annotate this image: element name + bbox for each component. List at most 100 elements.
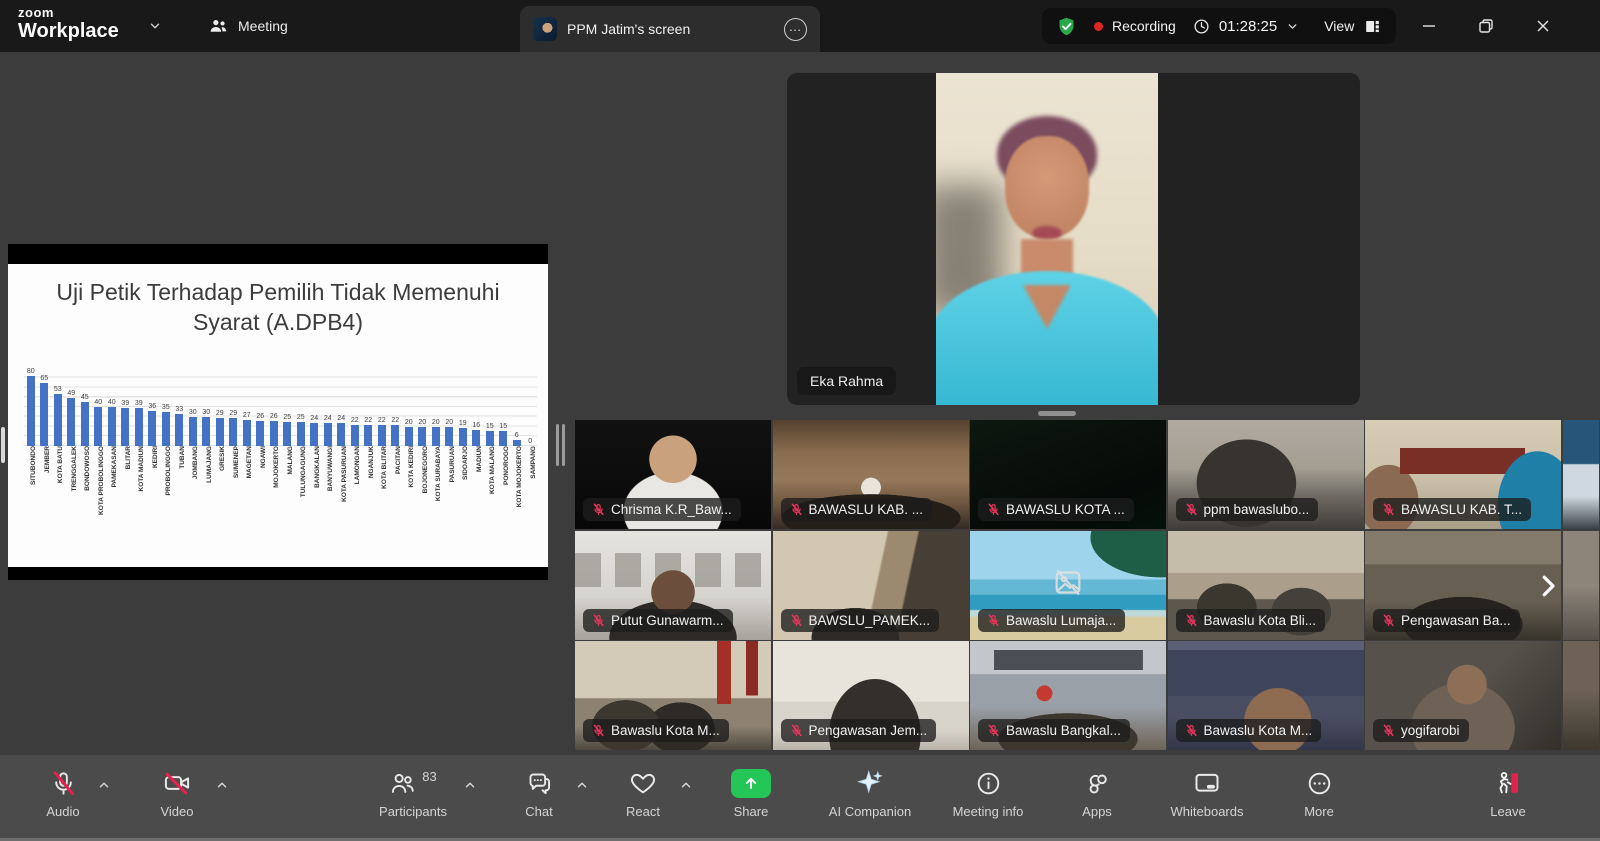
bar-value-label: 24 [323, 414, 332, 422]
bar-value-label: 39 [134, 400, 143, 407]
participant-tile[interactable]: BAWASLU KAB. ... [772, 420, 969, 529]
participant-name-pill: Pengawasan Ba... [1373, 608, 1520, 632]
view-button-label[interactable]: View [1324, 18, 1354, 34]
bar-value-label: 22 [350, 416, 359, 424]
workspace-chevron-down-icon[interactable] [148, 19, 162, 38]
react-button[interactable]: React [598, 766, 688, 819]
leave-button[interactable]: Leave [1463, 766, 1553, 819]
participant-tile[interactable]: Pengawasan Jem... [772, 641, 969, 750]
bar-value-label: 40 [107, 399, 116, 406]
bar-value-label: 22 [377, 416, 386, 424]
participant-tile[interactable]: Bawaslu Lumaja... [970, 530, 1166, 640]
participant-tile[interactable]: yogifarobi [1365, 641, 1561, 750]
participant-tile[interactable]: Bawaslu Kota M... [575, 641, 771, 750]
mic-muted-icon [987, 724, 1000, 737]
bar-value-label: 22 [364, 416, 373, 424]
video-options-chevron[interactable] [212, 777, 232, 793]
chart-bar [202, 416, 211, 446]
timer-chevron-down-icon[interactable] [1286, 20, 1299, 33]
bar-value-label: 15 [499, 423, 508, 431]
participant-name: Putut Gunawarm... [611, 612, 724, 628]
security-shield-icon[interactable] [1056, 16, 1077, 37]
gallery-next-page-button[interactable] [1528, 564, 1568, 608]
chat-button[interactable]: Chat [494, 766, 584, 819]
shared-screen-scrollbar[interactable] [1, 427, 5, 463]
chart-category: BOJONEGORO [416, 446, 430, 536]
participant-tile[interactable]: Bawaslu Kota Bli... [1167, 530, 1364, 640]
mic-muted-icon [50, 766, 77, 800]
bar-value-label: 19 [458, 419, 467, 427]
participant-tile-partial[interactable] [1562, 641, 1599, 750]
chart-category: KOTA MOJOKERTO [510, 446, 524, 536]
chart-bar [40, 382, 49, 446]
speaker-neckline [1023, 285, 1071, 329]
meeting-info-button[interactable]: Meeting info [933, 766, 1043, 819]
mic-muted-icon [1382, 724, 1395, 737]
react-options-chevron[interactable] [676, 777, 696, 793]
tab-meeting-label: Meeting [238, 18, 288, 34]
participant-tile[interactable]: ppm bawaslubo... [1167, 420, 1364, 529]
participant-tile[interactable]: Bawaslu Bangkal... [970, 641, 1166, 750]
participants-button[interactable]: 83 Participants [358, 766, 468, 820]
bar-value-label: 20 [445, 418, 454, 426]
whiteboard-icon [1193, 766, 1221, 800]
tab-options-ellipsis-icon[interactable]: … [784, 17, 807, 41]
chart-category: LAMONGAN [348, 446, 362, 536]
participant-tile[interactable]: BAWSLU_PAMEK... [772, 530, 969, 640]
chart-bar [377, 424, 386, 446]
participant-tile[interactable]: BAWASLU KAB. T... [1365, 420, 1561, 529]
chart-title: Uji Petik Terhadap Pemilih Tidak Memenuh… [56, 279, 500, 336]
chart-bar-slot: 24 [308, 368, 322, 446]
participant-name-pill: Bawaslu Bangkal... [978, 719, 1130, 742]
tab-screen-share-label: PPM Jatim's screen [567, 21, 691, 37]
participants-options-chevron[interactable] [460, 777, 480, 793]
bar-value-label: 16 [472, 422, 481, 430]
more-button[interactable]: More [1274, 766, 1364, 819]
window-restore-button[interactable] [1461, 0, 1511, 52]
window-minimize-button[interactable] [1404, 0, 1454, 52]
more-ellipsis-icon [1306, 766, 1333, 800]
mic-muted-icon [1382, 614, 1395, 627]
chart-bar-slot: 36 [146, 368, 160, 446]
chat-options-chevron[interactable] [572, 777, 592, 793]
ai-companion-button[interactable]: AI Companion [815, 766, 925, 819]
tab-screen-share[interactable]: PPM Jatim's screen … [520, 6, 820, 52]
participant-tile[interactable]: Bawaslu Kota M... [1167, 641, 1364, 750]
shared-screen-slide: Uji Petik Terhadap Pemilih Tidak Memenuh… [8, 244, 548, 580]
window-close-button[interactable] [1518, 0, 1568, 52]
video-off-icon [1052, 567, 1084, 604]
bar-value-label: 0 [528, 438, 533, 445]
chart-category: KOTA MALANG [483, 446, 497, 536]
participant-tile[interactable]: Putut Gunawarm... [575, 530, 771, 640]
panel-resize-handle-vertical[interactable] [556, 424, 566, 466]
chart-category-label: SAMPANG [529, 446, 537, 479]
bar-value-label: 65 [40, 374, 49, 382]
chart-bar-slot: 25 [281, 368, 295, 446]
chart-bar-slot: 20 [443, 368, 457, 446]
chart-bar [391, 424, 400, 446]
chart-category: KOTA KEDIRI [402, 446, 416, 536]
chart-category: PAMEKASAN [105, 446, 119, 536]
chart-bar-slot: 29 [213, 368, 227, 446]
video-button[interactable]: Video [132, 766, 222, 819]
participant-tile[interactable]: Chrisma K.R_Baw... [575, 420, 771, 529]
tab-meeting[interactable]: Meeting [208, 0, 288, 52]
whiteboards-button[interactable]: Whiteboards [1152, 766, 1262, 819]
panel-resize-handle-horizontal[interactable] [1038, 411, 1076, 416]
audio-options-chevron[interactable] [94, 777, 114, 793]
view-layout-icon[interactable] [1363, 17, 1382, 36]
chart-bar-slot: 15 [483, 368, 497, 446]
apps-button[interactable]: Apps [1052, 766, 1142, 819]
share-button[interactable]: Share [706, 766, 796, 819]
leave-icon [1494, 766, 1522, 800]
logo-workplace-text: Workplace [18, 20, 119, 42]
apps-label: Apps [1082, 804, 1112, 819]
mic-muted-icon [592, 614, 605, 627]
participant-tile[interactable]: BAWASLU KOTA ... [970, 420, 1166, 529]
participant-name-pill: BAWASLU KAB. ... [780, 498, 933, 521]
participant-tile-partial[interactable] [1562, 420, 1599, 529]
mic-muted-icon [592, 724, 605, 737]
bar-value-label: 80 [26, 368, 35, 375]
chart-category: KEDIRI [146, 446, 160, 536]
active-speaker-tile[interactable]: Eka Rahma [787, 73, 1360, 405]
